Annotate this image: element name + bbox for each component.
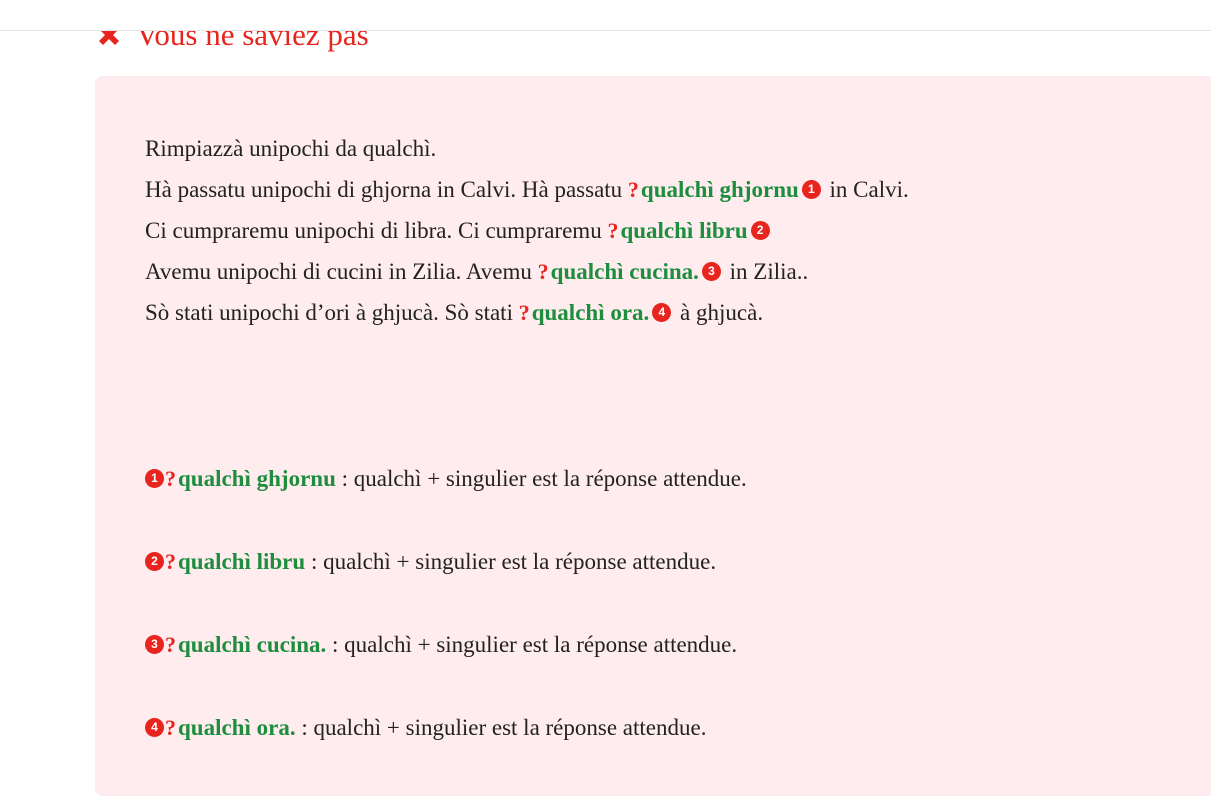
- footnote-badge: 1: [145, 469, 164, 489]
- question-mark-icon: ?: [518, 300, 530, 325]
- feedback-note: 4 ?qualchì ora. : qualchì + singulier est…: [145, 707, 747, 748]
- item-sentence: Hà passatu unipochi di ghjorna in Calvi.: [145, 177, 517, 202]
- item-sentence: Ci cumpraremu unipochi di libra.: [145, 218, 453, 243]
- item-answer: qualchì libru: [620, 218, 748, 243]
- note-answer: qualchì libru: [178, 549, 306, 574]
- exercise-item: Avemu unipochi di cucini in Zilia. Avemu…: [145, 251, 909, 292]
- note-explanation: : qualchì + singulier est la réponse att…: [341, 466, 747, 491]
- feedback-notes: 1 ?qualchì ghjornu : qualchì + singulier …: [145, 458, 747, 790]
- item-sentence: Sò stati unipochi d’ori à ghjucà.: [145, 300, 439, 325]
- footnote-badge[interactable]: 1: [801, 180, 821, 200]
- item-answer: qualchì cucina.: [550, 259, 699, 284]
- note-explanation: : qualchì + singulier est la réponse att…: [310, 549, 717, 574]
- item-prefix: Hà passatu: [521, 177, 623, 202]
- feedback-note: 2 ?qualchì libru : qualchì + singulier es…: [145, 541, 747, 582]
- item-suffix: in Calvi.: [829, 177, 909, 202]
- footnote-badge: 4: [145, 718, 164, 738]
- exercise-item: Ci cumpraremu unipochi di libra. Ci cump…: [145, 210, 909, 251]
- note-answer: qualchì ora.: [178, 715, 296, 740]
- footnote-badge[interactable]: 2: [750, 221, 770, 241]
- footnote-badge: 2: [145, 552, 164, 572]
- footnote-badge[interactable]: 3: [701, 262, 721, 282]
- note-answer: qualchì cucina.: [178, 632, 327, 657]
- exercise-lines: Rimpiazzà unipochi da qualchì. Hà passat…: [145, 128, 909, 333]
- item-prefix: Ci cumpraremu: [457, 218, 602, 243]
- question-mark-icon: ?: [165, 466, 176, 491]
- item-prefix: Avemu: [465, 259, 532, 284]
- feedback-note: 3 ?qualchì cucina. : qualchì + singulier …: [145, 624, 747, 665]
- footnote-badge[interactable]: 4: [652, 303, 672, 323]
- exercise-item: Hà passatu unipochi di ghjorna in Calvi.…: [145, 169, 909, 210]
- question-mark-icon: ?: [537, 259, 549, 284]
- item-suffix: à ghjucà.: [680, 300, 764, 325]
- question-mark-icon: ?: [165, 632, 176, 657]
- item-answer: qualchì ghjornu: [640, 177, 799, 202]
- exercise-item: Sò stati unipochi d’ori à ghjucà. Sò sta…: [145, 292, 909, 333]
- item-sentence: Avemu unipochi di cucini in Zilia.: [145, 259, 462, 284]
- item-answer: qualchì ora.: [531, 300, 650, 325]
- note-explanation: : qualchì + singulier est la réponse att…: [301, 715, 707, 740]
- top-bar: [0, 0, 1211, 31]
- note-explanation: : qualchì + singulier est la réponse att…: [332, 632, 738, 657]
- question-mark-icon: ?: [165, 549, 176, 574]
- question-mark-icon: ?: [165, 715, 176, 740]
- item-suffix: in Zilia..: [729, 259, 809, 284]
- exercise-instruction: Rimpiazzà unipochi da qualchì.: [145, 136, 437, 161]
- question-mark-icon: ?: [607, 218, 619, 243]
- feedback-note: 1 ?qualchì ghjornu : qualchì + singulier …: [145, 458, 747, 499]
- footnote-badge: 3: [145, 635, 164, 655]
- question-mark-icon: ?: [627, 177, 639, 202]
- item-prefix: Sò stati: [444, 300, 513, 325]
- note-answer: qualchì ghjornu: [178, 466, 336, 491]
